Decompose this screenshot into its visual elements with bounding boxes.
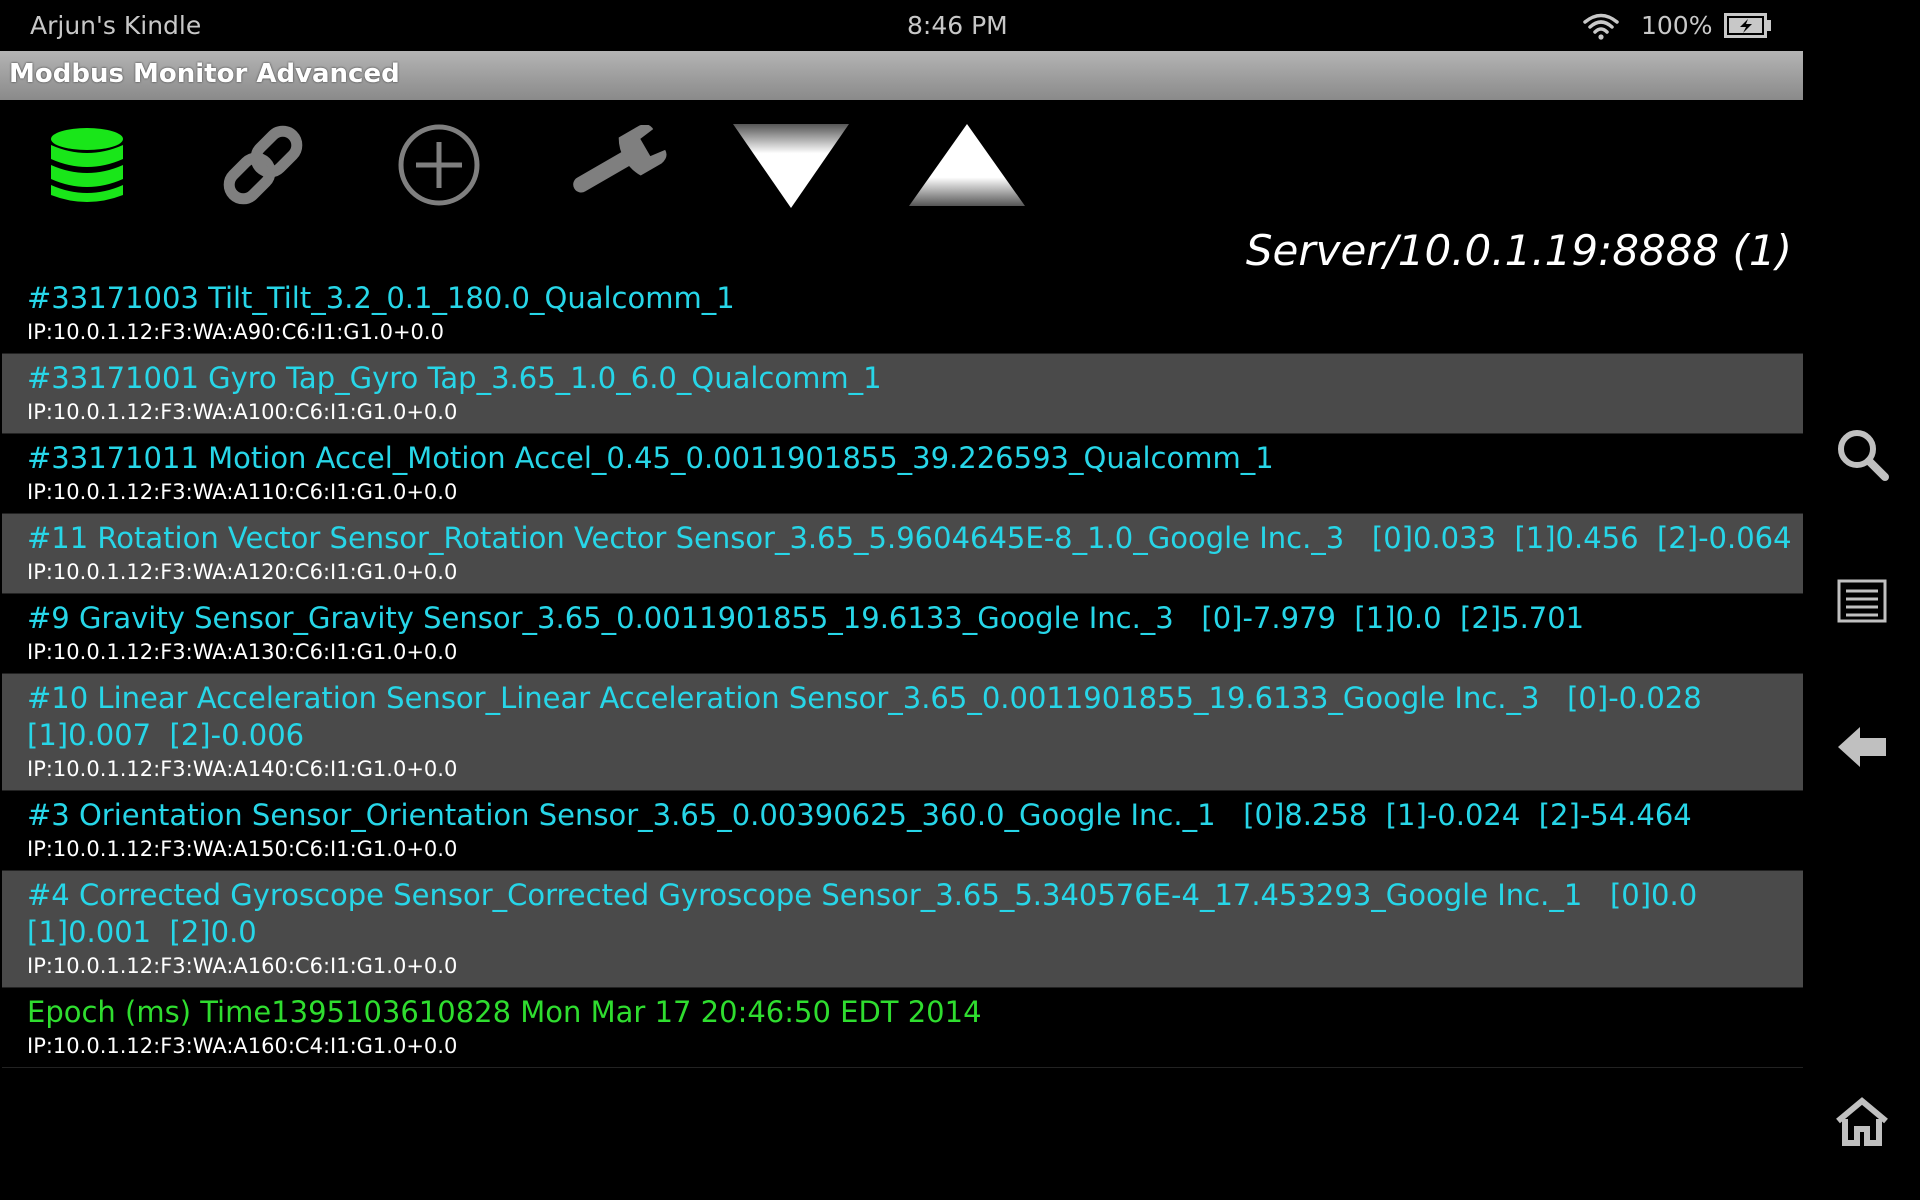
add-button[interactable]	[374, 110, 504, 220]
item-address: IP:10.0.1.12:F3:WA:A110:C6:I1:G1.0+0.0	[27, 480, 458, 504]
item-title: #9 Gravity Sensor_Gravity Sensor_3.65_0.…	[27, 601, 1585, 635]
item-title: #33171011 Motion Accel_Motion Accel_0.45…	[27, 441, 1274, 475]
battery-charging-icon	[1724, 13, 1771, 38]
list-item[interactable]: #4 Corrected Gyroscope Sensor_Corrected …	[2, 871, 1803, 988]
list-item[interactable]: #3 Orientation Sensor_Orientation Sensor…	[2, 791, 1803, 871]
list-item[interactable]: #11 Rotation Vector Sensor_Rotation Vect…	[2, 514, 1803, 594]
item-title: #4 Corrected Gyroscope Sensor_Corrected …	[27, 878, 1716, 949]
item-title: #10 Linear Acceleration Sensor_Linear Ac…	[27, 681, 1721, 752]
list-item[interactable]: #33171003 Tilt_Tilt_3.2_0.1_180.0_Qualco…	[2, 278, 1803, 354]
database-icon	[51, 128, 123, 202]
item-address: IP:10.0.1.12:F3:WA:A150:C6:I1:G1.0+0.0	[27, 837, 458, 861]
battery-percent: 100%	[1641, 11, 1713, 40]
item-title: #3 Orientation Sensor_Orientation Sensor…	[27, 798, 1692, 832]
back-arrow-icon	[1838, 727, 1886, 767]
status-bar: Arjun's Kindle 8:46 PM 100%	[0, 0, 1803, 51]
app-title-bar: Modbus Monitor Advanced	[0, 51, 1803, 100]
status-clock: 8:46 PM	[907, 11, 1008, 40]
system-nav-bar	[1803, 0, 1920, 1200]
wrench-icon	[573, 125, 667, 193]
list-item[interactable]: #33171011 Motion Accel_Motion Accel_0.45…	[2, 434, 1803, 514]
settings-wrench-button[interactable]	[550, 110, 680, 220]
kindle-screen: Arjun's Kindle 8:46 PM 100% Modbus Monit…	[0, 0, 1920, 1200]
menu-button[interactable]	[1833, 572, 1891, 630]
link-icon	[223, 125, 303, 205]
list-item[interactable]: Epoch (ms) Time1395103610828 Mon Mar 17 …	[2, 988, 1803, 1068]
register-list: #33171003 Tilt_Tilt_3.2_0.1_180.0_Qualco…	[0, 278, 1803, 1068]
search-icon	[1838, 430, 1889, 481]
device-name: Arjun's Kindle	[30, 11, 202, 40]
item-address: IP:10.0.1.12:F3:WA:A140:C6:I1:G1.0+0.0	[27, 757, 458, 781]
home-icon	[1836, 1097, 1888, 1146]
item-title: #33171003 Tilt_Tilt_3.2_0.1_180.0_Qualco…	[27, 281, 735, 315]
item-address: IP:10.0.1.12:F3:WA:A160:C6:I1:G1.0+0.0	[27, 954, 458, 978]
back-button[interactable]	[1833, 718, 1891, 776]
scroll-down-button[interactable]	[726, 110, 856, 220]
item-address: IP:10.0.1.12:F3:WA:A100:C6:I1:G1.0+0.0	[27, 400, 458, 424]
add-circle-icon	[398, 124, 480, 206]
scroll-up-button[interactable]	[902, 110, 1032, 220]
wifi-icon	[1583, 13, 1619, 40]
arrow-up-icon	[909, 124, 1025, 206]
item-address: IP:10.0.1.12:F3:WA:A90:C6:I1:G1.0+0.0	[27, 320, 444, 344]
arrow-down-icon	[733, 124, 849, 208]
list-item[interactable]: #10 Linear Acceleration Sensor_Linear Ac…	[2, 674, 1803, 791]
home-button[interactable]	[1833, 1093, 1891, 1151]
server-address: Server/10.0.1.19:8888 (1)	[1245, 226, 1792, 275]
list-item[interactable]: #33171001 Gyro Tap_Gyro Tap_3.65_1.0_6.0…	[2, 354, 1803, 434]
item-address: IP:10.0.1.12:F3:WA:A160:C4:I1:G1.0+0.0	[27, 1034, 458, 1058]
menu-icon	[1837, 579, 1887, 623]
toolbar	[0, 100, 1803, 230]
item-title: #33171001 Gyro Tap_Gyro Tap_3.65_1.0_6.0…	[27, 361, 882, 395]
database-button[interactable]	[22, 110, 152, 220]
item-title: #11 Rotation Vector Sensor_Rotation Vect…	[27, 521, 1792, 555]
epoch-title: Epoch (ms) Time1395103610828 Mon Mar 17 …	[27, 995, 982, 1029]
item-address: IP:10.0.1.12:F3:WA:A120:C6:I1:G1.0+0.0	[27, 560, 458, 584]
link-button[interactable]	[198, 110, 328, 220]
item-address: IP:10.0.1.12:F3:WA:A130:C6:I1:G1.0+0.0	[27, 640, 458, 664]
list-item[interactable]: #9 Gravity Sensor_Gravity Sensor_3.65_0.…	[2, 594, 1803, 674]
app-title: Modbus Monitor Advanced	[9, 59, 400, 89]
search-button[interactable]	[1833, 425, 1891, 483]
